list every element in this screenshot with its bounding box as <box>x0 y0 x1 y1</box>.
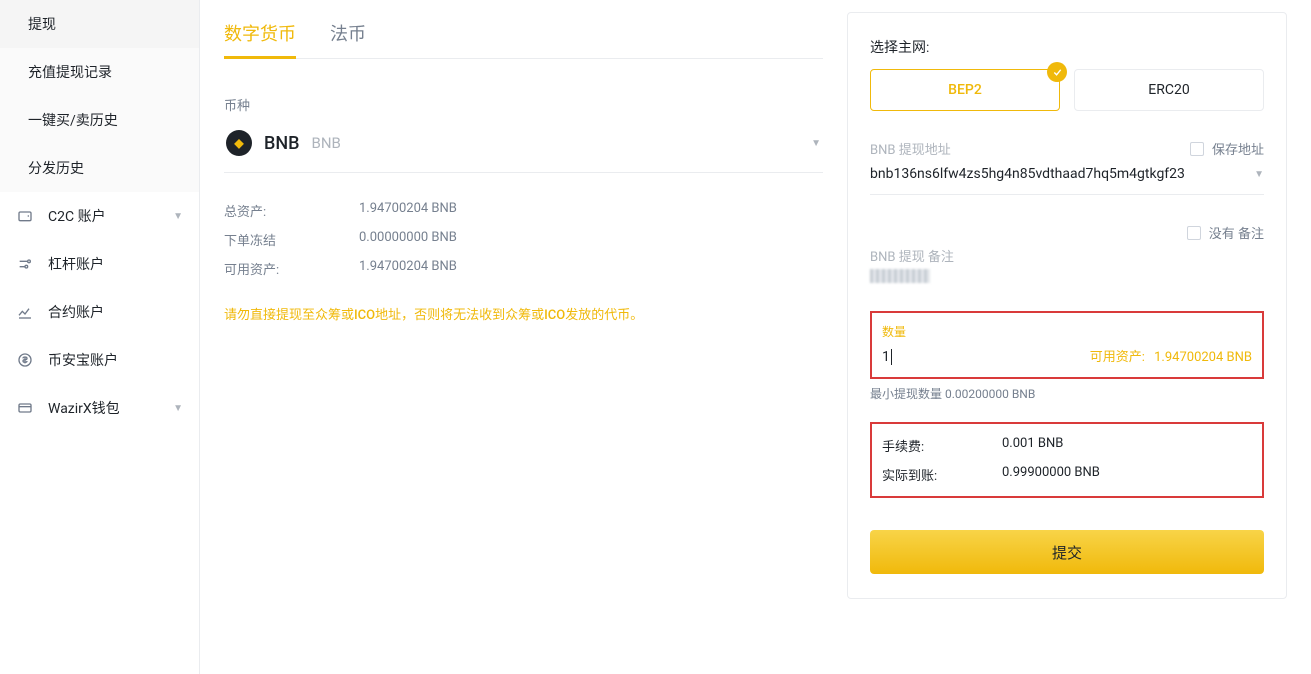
quantity-label: 数量 <box>882 323 1252 340</box>
tabs: 数字货币 法币 <box>224 12 823 59</box>
available-label: 可用资产: <box>1090 350 1145 365</box>
sidebar-item-label: C2C 账户 <box>48 206 106 226</box>
network-option-label: ERC20 <box>1148 82 1189 98</box>
sidebar-item-label: 杠杆账户 <box>48 254 104 274</box>
total-balance-label: 总资产: <box>224 201 359 220</box>
chevron-down-icon: ▼ <box>173 211 183 222</box>
withdraw-address-value[interactable]: bnb136ns6lfw4zs5hg4n85vdthaad7hq5m4gtkgf… <box>870 166 1185 182</box>
fee-value: 0.001 BNB <box>1002 436 1063 455</box>
coin-name: BNB <box>312 134 341 152</box>
sidebar-subitem-history[interactable]: 充值提现记录 <box>0 48 199 96</box>
fee-highlight-box: 手续费: 0.001 BNB 实际到账: 0.99900000 BNB <box>870 422 1264 498</box>
chevron-down-icon: ▼ <box>811 138 821 149</box>
withdraw-warning: 请勿直接提现至众筹或ICO地址，否则将无法收到众筹或ICO发放的代币。 <box>224 304 823 323</box>
receive-value: 0.99900000 BNB <box>1002 465 1100 484</box>
sidebar-subitem-label: 一键买/卖历史 <box>28 110 118 130</box>
sidebar: 提现 充值提现记录 一键买/卖历史 分发历史 C2C 账户 ▼ <box>0 0 200 674</box>
available-balance-label: 可用资产: <box>224 259 359 278</box>
chart-icon <box>16 303 34 321</box>
min-withdraw-label: 最小提现数量 0.00200000 BNB <box>870 385 1264 402</box>
balance-summary: 总资产: 1.94700204 BNB 下单冻结 0.00000000 BNB … <box>224 201 823 278</box>
wallet-icon <box>16 207 34 225</box>
sidebar-subitem-withdraw[interactable]: 提现 <box>0 0 199 48</box>
total-balance-value: 1.94700204 BNB <box>359 201 457 220</box>
card-icon <box>16 399 34 417</box>
chevron-down-icon: ▼ <box>173 403 183 414</box>
bnb-logo-icon: ◆ <box>226 130 252 156</box>
sidebar-item-label: WazirX钱包 <box>48 398 120 418</box>
network-option-bep2[interactable]: BEP2 <box>870 69 1060 111</box>
tab-fiat[interactable]: 法币 <box>330 12 366 58</box>
quantity-input[interactable]: 1 <box>882 349 892 365</box>
sidebar-item-label: 合约账户 <box>48 302 104 322</box>
sidebar-item-margin[interactable]: 杠杆账户 <box>0 240 199 288</box>
available-balance-value: 1.94700204 BNB <box>359 259 457 278</box>
dollar-icon <box>16 351 34 369</box>
withdraw-panel: 选择主网: BEP2 ERC20 BNB 提现地址 <box>847 12 1287 599</box>
quantity-highlight-box: 数量 1 可用资产: 1.94700204 BNB <box>870 311 1264 379</box>
network-option-erc20[interactable]: ERC20 <box>1074 69 1264 111</box>
chevron-down-icon[interactable]: ▼ <box>1254 169 1264 180</box>
check-icon <box>1047 62 1067 82</box>
coin-section-label: 币种 <box>224 95 823 114</box>
sliders-icon <box>16 255 34 273</box>
memo-value-blurred[interactable] <box>870 269 930 283</box>
coin-symbol: BNB <box>264 133 300 154</box>
no-memo-checkbox[interactable] <box>1187 226 1201 240</box>
main-content: 数字货币 法币 币种 ◆ BNB BNB ▼ 总资产: 1.94700204 B… <box>200 0 1311 674</box>
sidebar-item-label: 币安宝账户 <box>48 350 118 370</box>
sidebar-subitem-label: 提现 <box>28 14 56 34</box>
locked-balance-label: 下单冻结 <box>224 230 359 249</box>
save-address-label: 保存地址 <box>1212 139 1264 158</box>
sidebar-item-savings[interactable]: 币安宝账户 <box>0 336 199 384</box>
sidebar-subitem-trade-history[interactable]: 一键买/卖历史 <box>0 96 199 144</box>
no-memo-label: 没有 备注 <box>1209 223 1264 242</box>
network-label: 选择主网: <box>870 37 1264 57</box>
sidebar-subitem-label: 充值提现记录 <box>28 62 112 82</box>
save-address-checkbox[interactable] <box>1190 142 1204 156</box>
sidebar-item-c2c[interactable]: C2C 账户 ▼ <box>0 192 199 240</box>
tab-digital-currency[interactable]: 数字货币 <box>224 12 296 58</box>
available-value: 1.94700204 BNB <box>1154 350 1252 365</box>
fee-label: 手续费: <box>882 436 1002 455</box>
submit-button[interactable]: 提交 <box>870 530 1264 574</box>
sidebar-subitem-label: 分发历史 <box>28 158 84 178</box>
coin-selector[interactable]: ◆ BNB BNB ▼ <box>224 124 823 173</box>
withdraw-address-label: BNB 提现地址 <box>870 139 951 158</box>
sidebar-item-futures[interactable]: 合约账户 <box>0 288 199 336</box>
network-option-label: BEP2 <box>948 82 982 98</box>
receive-label: 实际到账: <box>882 465 1002 484</box>
locked-balance-value: 0.00000000 BNB <box>359 230 457 249</box>
memo-label: BNB 提现 备注 <box>870 246 1264 265</box>
sidebar-subitem-distribution-history[interactable]: 分发历史 <box>0 144 199 192</box>
sidebar-item-wazirx[interactable]: WazirX钱包 ▼ <box>0 384 199 432</box>
